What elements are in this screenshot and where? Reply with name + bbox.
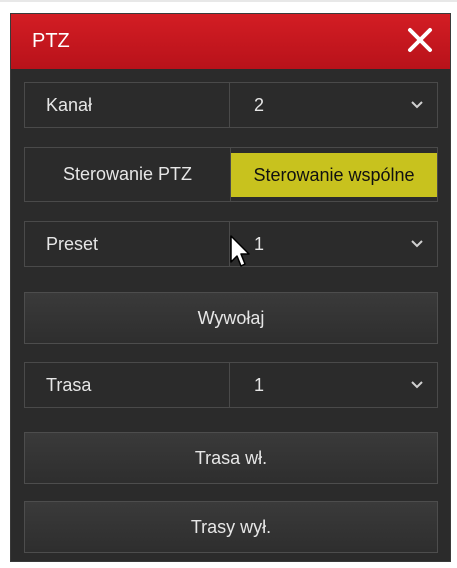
tour-select[interactable]: 1 — [230, 363, 437, 407]
preset-label: Preset — [25, 222, 230, 266]
tour-off-button[interactable]: Trasy wył. — [24, 501, 438, 553]
preset-row: Preset 1 — [24, 221, 438, 267]
tour-on-button[interactable]: Trasa wł. — [24, 432, 438, 484]
title-bar: PTZ — [11, 14, 450, 69]
call-preset-button[interactable]: Wywołaj — [24, 292, 438, 344]
top-divider — [0, 0, 457, 2]
tour-value: 1 — [254, 374, 265, 395]
channel-label: Kanał — [25, 83, 230, 127]
tab-common-control[interactable]: Sterowanie wspólne — [231, 153, 437, 197]
tour-label: Trasa — [25, 363, 230, 407]
tour-row: Trasa 1 — [24, 362, 438, 408]
tab-ptz-control[interactable]: Sterowanie PTZ — [25, 148, 231, 201]
preset-select[interactable]: 1 — [230, 222, 437, 266]
preset-value: 1 — [254, 233, 265, 254]
window-title: PTZ — [32, 30, 70, 52]
channel-value: 2 — [254, 94, 265, 115]
close-icon[interactable] — [405, 25, 435, 55]
ptz-panel: PTZ Kanał 2 Sterowanie PTZ Sterowanie ws… — [10, 13, 451, 562]
channel-row: Kanał 2 — [24, 82, 438, 128]
chevron-down-icon — [411, 381, 423, 389]
channel-select[interactable]: 2 — [230, 83, 437, 127]
control-mode-toggle: Sterowanie PTZ Sterowanie wspólne — [24, 147, 438, 202]
chevron-down-icon — [411, 240, 423, 248]
chevron-down-icon — [411, 101, 423, 109]
